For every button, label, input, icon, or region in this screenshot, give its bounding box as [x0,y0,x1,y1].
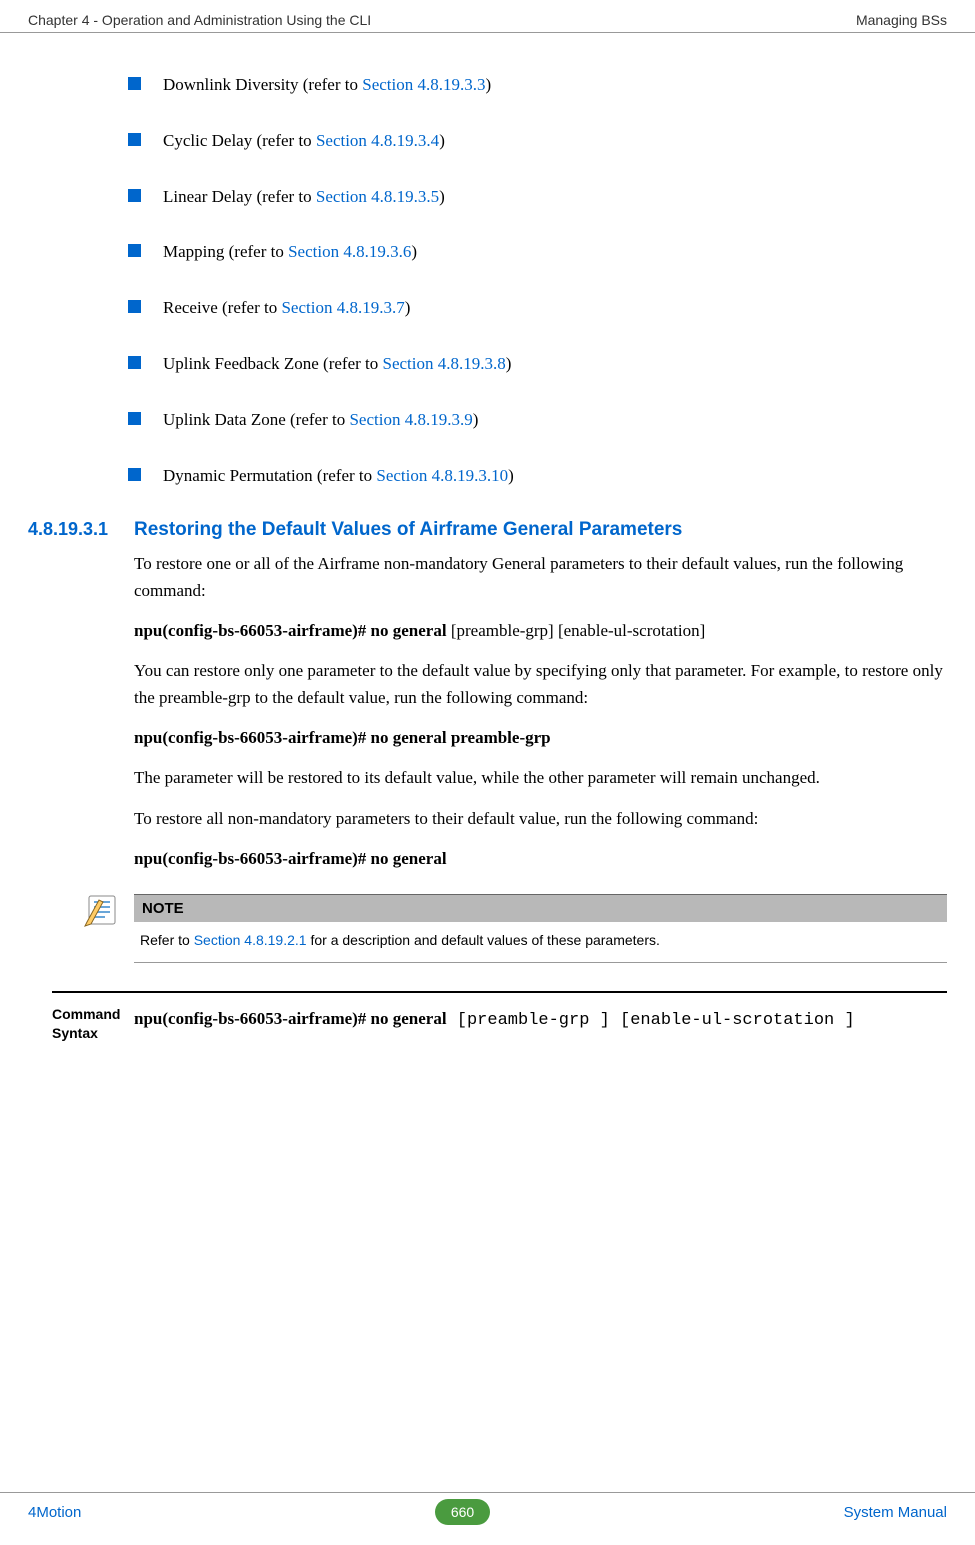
list-item: Downlink Diversity (refer to Section 4.8… [128,73,947,97]
command-example: npu(config-bs-66053-airframe)# no genera… [134,846,947,872]
list-text: Downlink Diversity (refer to Section 4.8… [163,73,491,97]
section-link[interactable]: Section 4.8.19.3.5 [316,187,439,206]
bullet-icon [128,300,141,313]
command-example: npu(config-bs-66053-airframe)# no genera… [134,725,947,751]
note-body: Refer to Section 4.8.19.2.1 for a descri… [134,922,947,963]
footer-left: 4Motion [28,1504,81,1521]
list-text: Mapping (refer to Section 4.8.19.3.6) [163,240,417,264]
paragraph: The parameter will be restored to its de… [134,765,947,791]
command-syntax-row: Command Syntax npu(config-bs-66053-airfr… [52,991,947,1041]
note-icon [83,892,121,933]
section-link[interactable]: Section 4.8.19.3.4 [316,131,439,150]
list-text: Uplink Data Zone (refer to Section 4.8.1… [163,408,478,432]
list-item: Dynamic Permutation (refer to Section 4.… [128,464,947,488]
bullet-icon [128,412,141,425]
page-footer: 4Motion 660 System Manual [0,1492,975,1525]
section-link[interactable]: Section 4.8.19.3.9 [349,410,472,429]
list-text: Cyclic Delay (refer to Section 4.8.19.3.… [163,129,445,153]
bullet-icon [128,77,141,90]
section-link[interactable]: Section 4.8.19.3.10 [376,466,508,485]
bullet-icon [128,133,141,146]
footer-right: System Manual [844,1504,947,1521]
list-text: Receive (refer to Section 4.8.19.3.7) [163,296,410,320]
command-syntax-text: npu(config-bs-66053-airframe)# no genera… [134,1005,855,1034]
page-header: Chapter 4 - Operation and Administration… [0,0,975,33]
bullet-icon [128,356,141,369]
list-item: Mapping (refer to Section 4.8.19.3.6) [128,240,947,264]
list-text: Dynamic Permutation (refer to Section 4.… [163,464,514,488]
list-item: Uplink Data Zone (refer to Section 4.8.1… [128,408,947,432]
bullet-icon [128,189,141,202]
note-block: NOTE Refer to Section 4.8.19.2.1 for a d… [134,894,947,963]
bullet-icon [128,244,141,257]
section-link[interactable]: Section 4.8.19.2.1 [194,932,307,948]
list-item: Linear Delay (refer to Section 4.8.19.3.… [128,185,947,209]
section-link[interactable]: Section 4.8.19.3.7 [281,298,404,317]
paragraph: You can restore only one parameter to th… [134,658,947,711]
list-item: Receive (refer to Section 4.8.19.3.7) [128,296,947,320]
header-left: Chapter 4 - Operation and Administration… [28,12,371,28]
section-title: Restoring the Default Values of Airframe… [134,519,682,541]
header-right: Managing BSs [856,12,947,28]
list-item: Cyclic Delay (refer to Section 4.8.19.3.… [128,129,947,153]
page-number: 660 [435,1499,490,1525]
command-syntax-label: Command Syntax [52,1005,134,1041]
paragraph: To restore one or all of the Airframe no… [134,551,947,604]
section-link[interactable]: Section 4.8.19.3.8 [383,354,506,373]
list-text: Linear Delay (refer to Section 4.8.19.3.… [163,185,445,209]
section-link[interactable]: Section 4.8.19.3.6 [288,242,411,261]
command-example: npu(config-bs-66053-airframe)# no genera… [134,618,947,644]
section-number: 4.8.19.3.1 [28,519,134,540]
bullet-list: Downlink Diversity (refer to Section 4.8… [128,73,947,487]
list-text: Uplink Feedback Zone (refer to Section 4… [163,352,511,376]
note-label: NOTE [134,894,947,922]
list-item: Uplink Feedback Zone (refer to Section 4… [128,352,947,376]
content-area: Downlink Diversity (refer to Section 4.8… [0,33,975,1042]
section-heading: 4.8.19.3.1 Restoring the Default Values … [28,519,947,541]
paragraph: To restore all non-mandatory parameters … [134,806,947,832]
bullet-icon [128,468,141,481]
section-link[interactable]: Section 4.8.19.3.3 [362,75,485,94]
